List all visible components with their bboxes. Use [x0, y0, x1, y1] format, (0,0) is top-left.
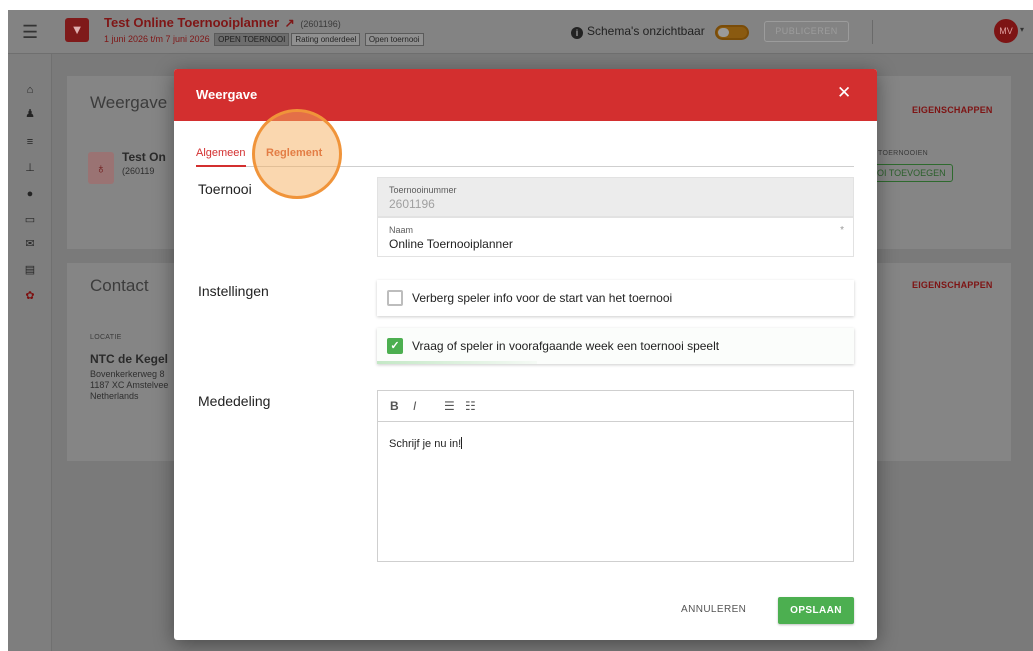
tag-open-tournament: OPEN TOERNOOI [214, 33, 290, 46]
text-cursor [461, 437, 463, 449]
tournament-number-value: 2601196 [389, 197, 435, 211]
add-tournament-button[interactable]: OI TOEVOEGEN [870, 164, 953, 182]
avatar[interactable]: MV [994, 19, 1018, 43]
info-icon: i [571, 27, 583, 39]
editor-text[interactable]: Schrijf je nu in! [389, 438, 461, 450]
cancel-button[interactable]: ANNULEREN [681, 604, 746, 615]
location-label: LOCATIE [90, 334, 122, 341]
required-mark: * [840, 225, 844, 236]
shield-logo-icon: ▼ [65, 18, 89, 42]
monitor-icon[interactable]: ▭ [8, 210, 52, 230]
hide-player-info-label[interactable]: Verberg speler info voor de start van he… [412, 291, 672, 305]
weergave-properties-link[interactable]: EIGENSCHAPPEN [912, 105, 993, 115]
announcement-editor[interactable]: B I ☰ ☷ Schrijf je nu in! [377, 390, 854, 562]
editor-toolbar: B I ☰ ☷ [378, 391, 853, 422]
schema-toggle[interactable] [715, 25, 749, 40]
numbered-list-icon[interactable]: ☷ [465, 399, 476, 413]
ask-previous-week-checkbox[interactable]: ✓ [387, 338, 403, 354]
divider [872, 20, 873, 44]
section-toernooi: Toernooi [198, 181, 252, 197]
italic-button[interactable]: I [413, 399, 416, 413]
card-tournament-id: (260119 [122, 166, 155, 176]
top-banner [0, 0, 1033, 10]
section-mededeling: Mededeling [198, 393, 271, 409]
menu-icon[interactable]: ☰ [22, 22, 38, 43]
mail-icon[interactable]: ✉ [8, 234, 52, 254]
tab-algemeen[interactable]: Algemeen [196, 147, 246, 167]
hide-player-info-option[interactable]: Verberg speler info voor de start van he… [377, 280, 854, 316]
section-instellingen: Instellingen [198, 283, 269, 299]
documents-icon[interactable]: ▤ [8, 260, 52, 280]
top-bar: ☰ ▼ Test Online Toernooiplanner ↗ (26011… [8, 10, 1033, 54]
tournament-number-field: Toernooinummer 2601196 [377, 177, 854, 217]
sidebar: ⌂ ♟ ≡ ⊥ ● ▭ ✉ ▤ ✿ [8, 54, 52, 651]
medal-icon: ♁ [88, 152, 114, 184]
contact-properties-link[interactable]: EIGENSCHAPPEN [912, 280, 993, 290]
ask-previous-week-label[interactable]: Vraag of speler in voorafgaande week een… [412, 339, 719, 353]
name-value[interactable]: Online Toernooiplanner [389, 237, 513, 251]
click-highlight-marker [252, 109, 342, 199]
card-tournament-name: Test On [122, 150, 166, 164]
name-field[interactable]: Naam Online Toernooiplanner * [377, 217, 854, 257]
draw-tree-icon[interactable]: ⊥ [8, 158, 52, 178]
tournament-dates: 1 juni 2026 t/m 7 juni 2026 OPEN TOERNOO… [104, 33, 424, 46]
external-link-icon[interactable]: ↗ [285, 16, 295, 30]
weergave-card-title: Weergave [90, 93, 168, 112]
save-button[interactable]: OPSLAAN [778, 597, 854, 624]
schema-label: Schema's onzichtbaar [587, 24, 705, 38]
list-icon[interactable]: ≡ [8, 132, 52, 152]
ball-icon[interactable]: ● [8, 184, 52, 204]
close-icon[interactable]: ✕ [837, 83, 851, 103]
tournaments-label: TOERNOOIEN [878, 150, 928, 157]
bold-button[interactable]: B [390, 399, 399, 413]
hide-player-info-checkbox[interactable] [387, 290, 403, 306]
contact-card-title: Contact [90, 276, 149, 295]
location-name: NTC de Kegel [90, 352, 169, 366]
tournament-title[interactable]: Test Online Toernooiplanner ↗ (2601196) [104, 15, 341, 30]
editor-content[interactable]: Schrijf je nu in! [389, 437, 463, 450]
ripple-bar [377, 361, 537, 364]
tag-rating: Rating onderdeel [291, 33, 361, 46]
bullet-list-icon[interactable]: ☰ [444, 399, 455, 413]
ask-previous-week-option[interactable]: ✓ Vraag of speler in voorafgaande week e… [377, 328, 854, 364]
dialog-title: Weergave [196, 87, 258, 102]
tournament-title-text[interactable]: Test Online Toernooiplanner [104, 15, 279, 30]
publish-button[interactable]: PUBLICEREN [764, 21, 849, 42]
schema-visibility: i Schema's onzichtbaar [571, 24, 705, 39]
tournament-id: (2601196) [300, 19, 341, 29]
chevron-down-icon[interactable]: ▾ [1020, 25, 1024, 34]
tag-open: Open toernooi [364, 33, 424, 46]
name-label: Naam [389, 225, 414, 235]
home-icon[interactable]: ⌂ [8, 80, 52, 100]
gear-icon[interactable]: ✿ [8, 286, 52, 306]
dates-text: 1 juni 2026 t/m 7 juni 2026 [104, 34, 210, 44]
players-icon[interactable]: ♟ [8, 104, 52, 124]
weergave-dialog: Weergave ✕ Algemeen Reglement Toernooi T… [174, 69, 877, 640]
location-address: Bovenkerkerweg 8 1187 XC Amstelvee Nethe… [90, 369, 169, 401]
tournament-number-label: Toernooinummer [389, 185, 457, 195]
